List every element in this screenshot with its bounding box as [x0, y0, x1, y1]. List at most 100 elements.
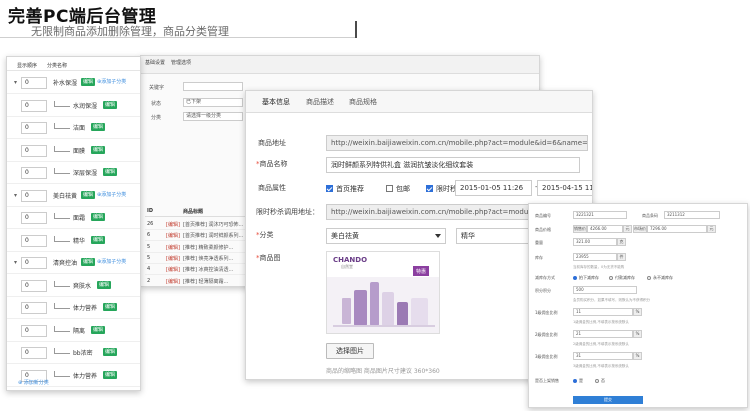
reduce-on-order-radio[interactable]: 拍下减库存 [573, 275, 599, 281]
col-id: ID [147, 208, 154, 214]
edit-tag[interactable]: 编辑 [81, 78, 96, 86]
onsale-no-radio[interactable]: 否 [595, 378, 605, 384]
tree-row-child: 0 深层保湿 编辑 [7, 162, 140, 184]
tree-row-child: 0 洁面 编辑 [7, 117, 140, 139]
edit-tag[interactable]: 编辑 [91, 213, 106, 221]
edit-tag[interactable]: 编辑 [91, 325, 106, 334]
tree-row-parent: ▾ 0 补水保湿 编辑 ⊕添加子分类 [7, 72, 140, 94]
commission3-input[interactable]: 31 [573, 352, 633, 360]
row-edit-link[interactable]: [编辑] [166, 244, 180, 251]
url-field[interactable]: http://weixin.baijiaweixin.com.cn/mobile… [326, 135, 588, 151]
keyword-input[interactable] [183, 82, 243, 91]
add-subcategory-link[interactable]: ⊕添加子分类 [97, 78, 126, 85]
commission1-label: 1级佣金比例 [535, 310, 558, 315]
sale-price-input[interactable]: 4266.00 [587, 225, 623, 233]
edit-tag[interactable]: 编辑 [103, 348, 118, 356]
tab-manage[interactable]: 管理选项 [171, 59, 191, 66]
hero-accent-bar [355, 21, 357, 38]
category-tree-panel: 显示顺序 分类名称 ▾ 0 补水保湿 编辑 ⊕添加子分类 0 水润保湿 编辑 0 洁面 编辑 0 面膜编… [6, 56, 141, 391]
reduce-on-pay-radio[interactable]: 付款减库存 [609, 275, 635, 281]
order-input[interactable]: 0 [21, 279, 47, 292]
edit-tag[interactable]: 编辑 [103, 100, 118, 109]
choose-image-button[interactable]: 选择图片 [326, 343, 374, 359]
sku-input[interactable]: 3221321 [573, 211, 627, 219]
category-name: 爽肤水 [73, 282, 92, 290]
commission2-input[interactable]: 21 [573, 330, 633, 338]
row-edit-link[interactable]: [编辑] [166, 232, 180, 239]
name-field[interactable]: 润时鲜颜系列特供礼盒 滋润抗皱淡化细纹套装 [326, 157, 580, 173]
edit-tag[interactable]: 编辑 [103, 370, 118, 379]
order-input[interactable]: 0 [21, 77, 47, 89]
order-input[interactable]: 0 [21, 99, 47, 112]
points-input[interactable]: 500 [573, 286, 637, 294]
market-price-input[interactable]: 7296.00 [647, 225, 707, 233]
row-id: 26 [147, 221, 154, 227]
row-edit-link[interactable]: [编辑] [166, 266, 180, 273]
edit-tag[interactable]: 编辑 [103, 168, 118, 176]
tree-branch-line [54, 308, 70, 309]
attr-free-shipping-checkbox[interactable]: 包邮 [386, 184, 410, 194]
order-input[interactable]: 0 [21, 167, 47, 179]
tree-row-child: 0 爽肤水 编辑 [7, 275, 140, 297]
tab-product-spec[interactable]: 商品规格 [349, 97, 377, 107]
edit-tag[interactable]: 编辑 [81, 258, 96, 266]
edit-tag[interactable]: 编辑 [91, 145, 106, 154]
chevron-down-icon[interactable]: ▾ [14, 259, 17, 266]
edit-tag[interactable]: 编辑 [97, 280, 112, 289]
chevron-down-icon[interactable]: ▾ [14, 192, 17, 199]
tree-row-child: 0 面膜 编辑 [7, 140, 140, 162]
product-image-preview: CHANDO 自然堂 特惠 [326, 251, 440, 334]
sale-badge-text: 特惠 [416, 269, 427, 275]
order-input[interactable]: 0 [21, 302, 47, 314]
row-edit-link[interactable]: [编辑] [166, 221, 180, 228]
add-subcategory-link[interactable]: ⊕添加子分类 [97, 258, 126, 265]
tab-product-desc[interactable]: 商品描述 [306, 97, 334, 107]
tab-basic[interactable]: 基础设置 [145, 59, 165, 66]
tree-branch-line [54, 353, 70, 354]
category-filter-label: 分类 [151, 115, 162, 121]
detail-submit-button[interactable]: 提交 [573, 396, 643, 404]
order-input[interactable]: 0 [21, 189, 47, 202]
tree-branch-line [54, 240, 70, 242]
category-primary-select[interactable]: 美白祛黄 [326, 228, 446, 244]
flash-end-date[interactable]: 2015-04-15 11:25 [537, 180, 592, 196]
order-input[interactable]: 0 [21, 324, 47, 337]
weight-input[interactable]: 321.00 [573, 238, 617, 246]
edit-tag[interactable]: 编辑 [91, 235, 106, 244]
edit-tag[interactable]: 编辑 [103, 303, 118, 311]
status-select[interactable]: 已下架 [183, 98, 243, 107]
image-hint: 商品的缩略图 商品图片尺寸建议 360*360 [326, 368, 440, 375]
order-input[interactable]: 0 [21, 144, 47, 157]
attr-featured-checkbox[interactable]: 首页推荐 [326, 184, 364, 194]
order-input[interactable]: 0 [21, 122, 47, 134]
row-edit-link[interactable]: [编辑] [166, 255, 180, 262]
flash-start-date[interactable]: 2015-01-05 11:26 [455, 180, 532, 196]
tree-row-child: 0 精华 编辑 [7, 230, 140, 252]
stock-input[interactable]: 23955 [573, 253, 617, 261]
row-edit-link[interactable]: [编辑] [166, 278, 180, 285]
row-title: [推荐] 焕亮净透系列... [183, 255, 234, 262]
tree-row-child: 0 体力营养 编辑 [7, 297, 140, 319]
list-tabs: 基础设置 管理选项 [141, 56, 539, 74]
add-category-link[interactable]: ⊕ 添加新分类 [18, 379, 49, 386]
commission2-label: 2级佣金比例 [535, 332, 558, 337]
commission1-input[interactable]: 11 [573, 308, 633, 316]
barcode-input[interactable]: 3211312 [664, 211, 720, 219]
row-id: 5 [147, 243, 151, 250]
add-subcategory-link[interactable]: ⊕添加子分类 [97, 191, 126, 198]
order-input[interactable]: 0 [21, 234, 47, 247]
price-label: 商品价格 [535, 227, 551, 232]
order-input[interactable]: 0 [21, 257, 47, 269]
category-name: 隔离 [73, 327, 86, 335]
edit-tag[interactable]: 编辑 [91, 123, 106, 131]
edit-tag[interactable]: 编辑 [81, 190, 96, 199]
reduce-never-radio[interactable]: 永不减库存 [647, 275, 673, 281]
category-filter-select[interactable]: 请选择一级分类 [183, 112, 243, 121]
tab-basic-info[interactable]: 基本信息 [262, 97, 290, 107]
order-input[interactable]: 0 [21, 212, 47, 224]
keyword-label: 关键字 [149, 85, 165, 91]
category-name: 面膜 [73, 147, 86, 155]
chevron-down-icon[interactable]: ▾ [14, 79, 17, 86]
onsale-yes-radio[interactable]: 是 [573, 378, 583, 384]
order-input[interactable]: 0 [21, 347, 47, 359]
